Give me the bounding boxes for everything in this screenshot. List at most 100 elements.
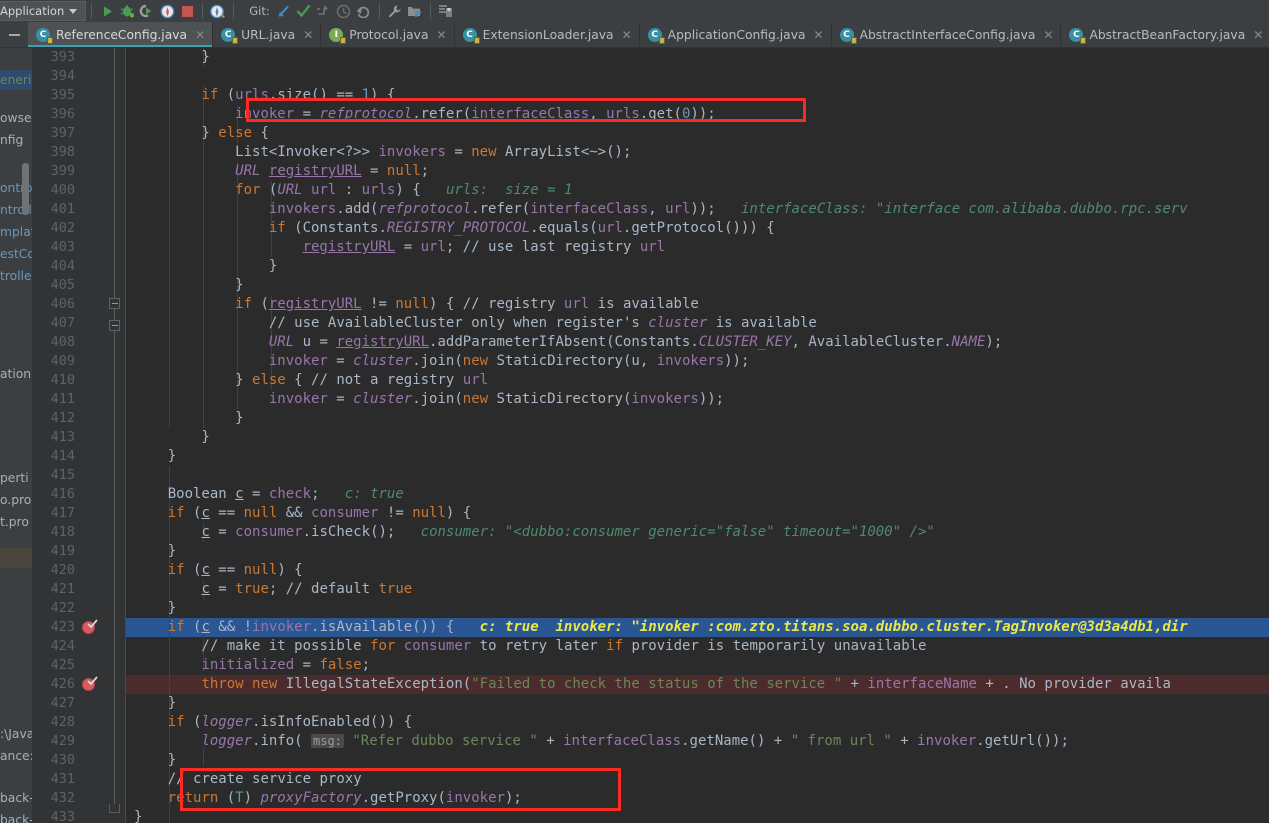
code-line[interactable]: if (logger.isInfoEnabled()) { [126, 713, 412, 732]
chevron-down-icon [69, 8, 78, 14]
project-structure-icon[interactable] [405, 1, 425, 21]
close-icon[interactable]: ✕ [437, 28, 447, 42]
code-line[interactable]: throw new IllegalStateException("Failed … [126, 675, 1170, 694]
code-line[interactable]: } [126, 599, 176, 618]
code-line[interactable]: logger.info( msg: "Refer dubbo service "… [126, 732, 1068, 751]
project-tree-item[interactable]: ance:1 [0, 746, 32, 766]
code-line[interactable]: URL registryURL = null; [126, 162, 429, 181]
tab-label: ReferenceConfig.java [56, 27, 188, 42]
project-tree-item[interactable]: t.pro [0, 512, 32, 532]
code-line[interactable]: initialized = false; [126, 656, 370, 675]
debug-icon[interactable] [117, 1, 137, 21]
code-line[interactable]: for (URL url : urls) { urls: size = 1 [126, 181, 572, 200]
code-line[interactable]: } [126, 542, 176, 561]
editor-folding-column[interactable] [104, 48, 126, 823]
code-line[interactable]: } [126, 276, 243, 295]
project-tree-item[interactable]: back- [0, 788, 32, 808]
code-line[interactable]: } [126, 409, 243, 428]
tab-extension-loader[interactable]: C ExtensionLoader.java ✕ [454, 22, 640, 47]
stop-icon[interactable] [177, 1, 197, 21]
code-line[interactable]: registryURL = url; // use last registry … [126, 238, 666, 257]
code-line[interactable]: } [126, 808, 142, 823]
tab-application-config[interactable]: C ApplicationConfig.java ✕ [639, 22, 832, 47]
run-with-coverage-icon[interactable] [137, 1, 157, 21]
project-tree-item[interactable]: trolle [0, 266, 32, 286]
code-line[interactable]: // make it possible for consumer to retr… [126, 637, 926, 656]
git-update-project-icon[interactable] [274, 1, 294, 21]
close-icon[interactable]: ✕ [622, 28, 632, 42]
code-line[interactable]: invoker = cluster.join(new StaticDirecto… [126, 352, 750, 371]
code-line[interactable]: } [126, 751, 176, 770]
fold-end-marker[interactable] [109, 804, 120, 813]
project-tree-item[interactable]: nfig [0, 130, 32, 150]
code-line[interactable]: c = consumer.isCheck(); consumer: "<dubb… [126, 523, 934, 542]
code-line[interactable]: c = true; // default true [126, 580, 412, 599]
code-editor-viewport[interactable]: } if (urls.size() == 1) { invoker = refp… [126, 48, 1269, 823]
code-line[interactable]: // use AvailableCluster only when regist… [126, 314, 817, 333]
close-icon[interactable]: ✕ [195, 28, 205, 42]
attach-profiler-icon[interactable] [208, 1, 228, 21]
line-number: 415 [50, 467, 75, 483]
git-push-icon[interactable] [314, 1, 334, 21]
project-tree-item[interactable]: mplat [0, 222, 32, 242]
close-icon[interactable]: ✕ [1253, 28, 1263, 42]
code-line[interactable]: if (c && !invoker.isAvailable()) { c: tr… [126, 618, 1188, 637]
code-line[interactable]: if (registryURL != null) { // registry u… [126, 295, 699, 314]
code-line[interactable]: if (Constants.REGISTRY_PROTOCOL.equals(u… [126, 219, 775, 238]
editor-gutter-line-numbers: 393 394 395 396 397 398 399 400 401 402 403 404 405 4… [32, 48, 82, 823]
tab-reference-config[interactable]: C ReferenceConfig.java ✕ [28, 22, 214, 47]
code-line[interactable]: } else { // not a registry url [126, 371, 488, 390]
profile-icon[interactable] [157, 1, 177, 21]
code-line[interactable]: List<Invoker<?>> invokers = new ArrayLis… [126, 143, 631, 162]
code-line[interactable]: } [126, 48, 209, 67]
code-line[interactable]: if (urls.size() == 1) { [126, 86, 395, 105]
close-icon[interactable]: ✕ [303, 28, 313, 42]
tab-url[interactable]: C URL.java ✕ [213, 22, 322, 47]
breakpoint-icon-line-423[interactable] [82, 619, 98, 634]
code-line[interactable]: invokers.add(refprotocol.refer(interface… [126, 200, 1188, 219]
hide-toolwindow-button[interactable] [0, 22, 28, 47]
tab-protocol[interactable]: I Protocol.java ✕ [321, 22, 455, 47]
code-line[interactable]: if (c == null) { [126, 561, 303, 580]
code-line[interactable]: invoker = cluster.join(new StaticDirecto… [126, 390, 724, 409]
code-line[interactable]: if (c == null && consumer != null) { [126, 504, 471, 523]
project-tree-item[interactable]: eneric [0, 70, 32, 90]
project-tree-item[interactable]: ation [0, 364, 32, 384]
code-line[interactable] [126, 67, 134, 86]
project-tool-window[interactable]: eneric owser nfig ontro ntroll mplat est… [0, 48, 32, 823]
project-tree-item-selected[interactable] [0, 548, 32, 568]
project-tree-item[interactable]: back- [0, 810, 32, 823]
code-line[interactable]: } else { [126, 124, 268, 143]
settings-wrench-icon[interactable] [385, 1, 405, 21]
code-line[interactable]: } [126, 257, 277, 276]
code-line[interactable] [126, 466, 134, 485]
project-tree-item[interactable]: perti [0, 468, 32, 488]
code-line[interactable]: URL u = registryURL.addParameterIfAbsent… [126, 333, 1002, 352]
fold-collapse-icon[interactable] [109, 298, 120, 309]
code-line[interactable]: return (T) proxyFactory.getProxy(invoker… [126, 789, 522, 808]
project-panel-scrollbar[interactable] [22, 163, 29, 215]
code-line[interactable]: } [126, 447, 176, 466]
project-tree-item[interactable]: :\Java [0, 724, 32, 744]
git-history-icon[interactable] [334, 1, 354, 21]
tab-abstract-interface-config[interactable]: C AbstractInterfaceConfig.java ✕ [831, 22, 1062, 47]
project-tree-item[interactable]: owser [0, 108, 32, 128]
code-line[interactable]: // create service proxy [126, 770, 362, 789]
run-configuration-selector[interactable]: Application [0, 1, 87, 21]
breakpoint-icon-line-426[interactable] [82, 676, 98, 691]
project-tree-item[interactable]: o.pro [0, 490, 32, 510]
code-line[interactable]: } [126, 694, 176, 713]
run-icon[interactable] [97, 1, 117, 21]
close-icon[interactable]: ✕ [1043, 28, 1053, 42]
project-tree-item[interactable]: estCo [0, 244, 32, 264]
save-all-icon[interactable] [436, 1, 456, 21]
code-line[interactable]: Boolean c = check; c: true [126, 485, 404, 504]
editor-gutter-icons[interactable] [78, 48, 104, 823]
close-icon[interactable]: ✕ [814, 28, 824, 42]
tab-abstract-bean-factory[interactable]: C AbstractBeanFactory.java ✕ [1061, 22, 1269, 47]
code-line[interactable]: invoker = refprotocol.refer(interfaceCla… [126, 105, 716, 124]
code-line[interactable]: } [126, 428, 209, 447]
git-commit-icon[interactable] [294, 1, 314, 21]
fold-collapse-icon[interactable] [109, 320, 120, 331]
git-rollback-icon[interactable] [354, 1, 374, 21]
